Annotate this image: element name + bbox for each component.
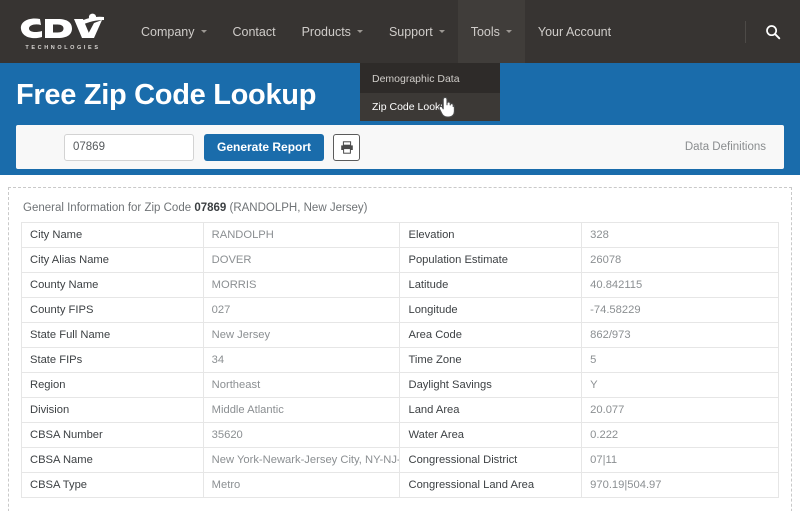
nav-item-company[interactable]: Company xyxy=(128,0,220,63)
tools-dropdown-menu: Demographic Data Zip Code Lookup xyxy=(360,63,500,121)
row-label-right: Area Code xyxy=(400,323,582,348)
caption-prefix: General Information for Zip Code xyxy=(23,202,194,214)
row-label-left: City Name xyxy=(22,223,204,248)
row-value-right: 20.077 xyxy=(582,398,779,423)
row-label-left: County FIPS xyxy=(22,298,204,323)
site-logo[interactable]: TECHNOLOGIES xyxy=(12,13,112,51)
row-value-left: Metro xyxy=(203,473,400,498)
row-value-right: 328 xyxy=(582,223,779,248)
cdx-logo-icon xyxy=(18,13,106,43)
row-label-right: Water Area xyxy=(400,423,582,448)
table-row: State Full Name New Jersey Area Code 862… xyxy=(22,323,779,348)
nav-item-support[interactable]: Support xyxy=(376,0,458,63)
nav-label: Products xyxy=(302,25,351,39)
nav-item-contact[interactable]: Contact xyxy=(220,0,289,63)
general-information-table: City Name RANDOLPH Elevation 328 City Al… xyxy=(21,222,779,498)
caption-suffix: (RANDOLPH, New Jersey) xyxy=(226,202,367,214)
row-label-left: City Alias Name xyxy=(22,248,204,273)
data-definitions-link[interactable]: Data Definitions xyxy=(685,141,772,153)
zip-lookup-bar: Generate Report Data Definitions xyxy=(16,125,784,169)
row-label-left: State FIPs xyxy=(22,348,204,373)
row-label-right: Land Area xyxy=(400,398,582,423)
chevron-down-icon xyxy=(439,30,445,33)
table-row: County FIPS 027 Longitude -74.58229 xyxy=(22,298,779,323)
chevron-down-icon xyxy=(357,30,363,33)
chevron-down-icon xyxy=(506,30,512,33)
table-row: CBSA Name New York-Newark-Jersey City, N… xyxy=(22,448,779,473)
row-label-left: County Name xyxy=(22,273,204,298)
table-body: City Name RANDOLPH Elevation 328 City Al… xyxy=(22,223,779,498)
table-row: State FIPs 34 Time Zone 5 xyxy=(22,348,779,373)
zip-code-input[interactable] xyxy=(64,134,194,161)
row-value-left: New York-Newark-Jersey City, NY-NJ-PA xyxy=(203,448,400,473)
row-label-left: CBSA Type xyxy=(22,473,204,498)
row-label-right: Congressional District xyxy=(400,448,582,473)
row-value-left: New Jersey xyxy=(203,323,400,348)
row-label-left: Division xyxy=(22,398,204,423)
row-label-right: Elevation xyxy=(400,223,582,248)
header-right-area xyxy=(745,0,800,63)
row-value-left: 027 xyxy=(203,298,400,323)
row-value-right: Y xyxy=(582,373,779,398)
row-value-left: 34 xyxy=(203,348,400,373)
row-value-left: Northeast xyxy=(203,373,400,398)
row-value-left: 35620 xyxy=(203,423,400,448)
row-label-right: Longitude xyxy=(400,298,582,323)
table-row: CBSA Number 35620 Water Area 0.222 xyxy=(22,423,779,448)
nav-label: Contact xyxy=(233,25,276,39)
row-label-left: Region xyxy=(22,373,204,398)
row-label-left: CBSA Number xyxy=(22,423,204,448)
table-row: Division Middle Atlantic Land Area 20.07… xyxy=(22,398,779,423)
table-row: City Name RANDOLPH Elevation 328 xyxy=(22,223,779,248)
dropdown-item-label: Demographic Data xyxy=(372,73,460,85)
row-value-right: 07|11 xyxy=(582,448,779,473)
nav-label: Your Account xyxy=(538,25,611,39)
search-icon[interactable] xyxy=(762,21,784,43)
caption-zip-code: 07869 xyxy=(194,202,226,214)
search-glass-icon xyxy=(765,24,781,40)
chevron-down-icon xyxy=(201,30,207,33)
row-label-left: CBSA Name xyxy=(22,448,204,473)
row-value-right: 0.222 xyxy=(582,423,779,448)
row-label-left: State Full Name xyxy=(22,323,204,348)
table-row: City Alias Name DOVER Population Estimat… xyxy=(22,248,779,273)
dropdown-item-label: Zip Code Lookup xyxy=(372,101,452,113)
row-value-right: 40.842115 xyxy=(582,273,779,298)
nav-item-your-account[interactable]: Your Account xyxy=(525,0,624,63)
dropdown-item-demographic-data[interactable]: Demographic Data xyxy=(360,65,500,93)
nav-label: Tools xyxy=(471,25,500,39)
row-value-left: DOVER xyxy=(203,248,400,273)
printer-icon xyxy=(340,141,354,154)
nav-label: Company xyxy=(141,25,195,39)
dropdown-item-zip-code-lookup[interactable]: Zip Code Lookup xyxy=(360,93,500,121)
header-divider xyxy=(745,21,746,43)
row-value-right: 26078 xyxy=(582,248,779,273)
nav-item-tools[interactable]: Tools xyxy=(458,0,525,63)
main-navigation: Company Contact Products Support Tools Y… xyxy=(128,0,624,63)
generate-report-button[interactable]: Generate Report xyxy=(204,134,324,161)
row-value-right: 862/973 xyxy=(582,323,779,348)
row-value-left: Middle Atlantic xyxy=(203,398,400,423)
row-label-right: Congressional Land Area xyxy=(400,473,582,498)
table-row: Region Northeast Daylight Savings Y xyxy=(22,373,779,398)
row-label-right: Daylight Savings xyxy=(400,373,582,398)
row-label-right: Latitude xyxy=(400,273,582,298)
nav-item-products[interactable]: Products xyxy=(289,0,376,63)
logo-subtext: TECHNOLOGIES xyxy=(23,45,100,51)
row-value-right: 970.19|504.97 xyxy=(582,473,779,498)
nav-label: Support xyxy=(389,25,433,39)
table-row: County Name MORRIS Latitude 40.842115 xyxy=(22,273,779,298)
print-button[interactable] xyxy=(333,134,360,161)
row-value-left: MORRIS xyxy=(203,273,400,298)
site-header: TECHNOLOGIES Company Contact Products Su… xyxy=(0,0,800,63)
report-content-frame: General Information for Zip Code 07869 (… xyxy=(8,187,792,511)
table-row: CBSA Type Metro Congressional Land Area … xyxy=(22,473,779,498)
general-info-caption: General Information for Zip Code 07869 (… xyxy=(21,198,779,222)
row-label-right: Population Estimate xyxy=(400,248,582,273)
row-value-left: RANDOLPH xyxy=(203,223,400,248)
row-label-right: Time Zone xyxy=(400,348,582,373)
row-value-right: 5 xyxy=(582,348,779,373)
row-value-right: -74.58229 xyxy=(582,298,779,323)
